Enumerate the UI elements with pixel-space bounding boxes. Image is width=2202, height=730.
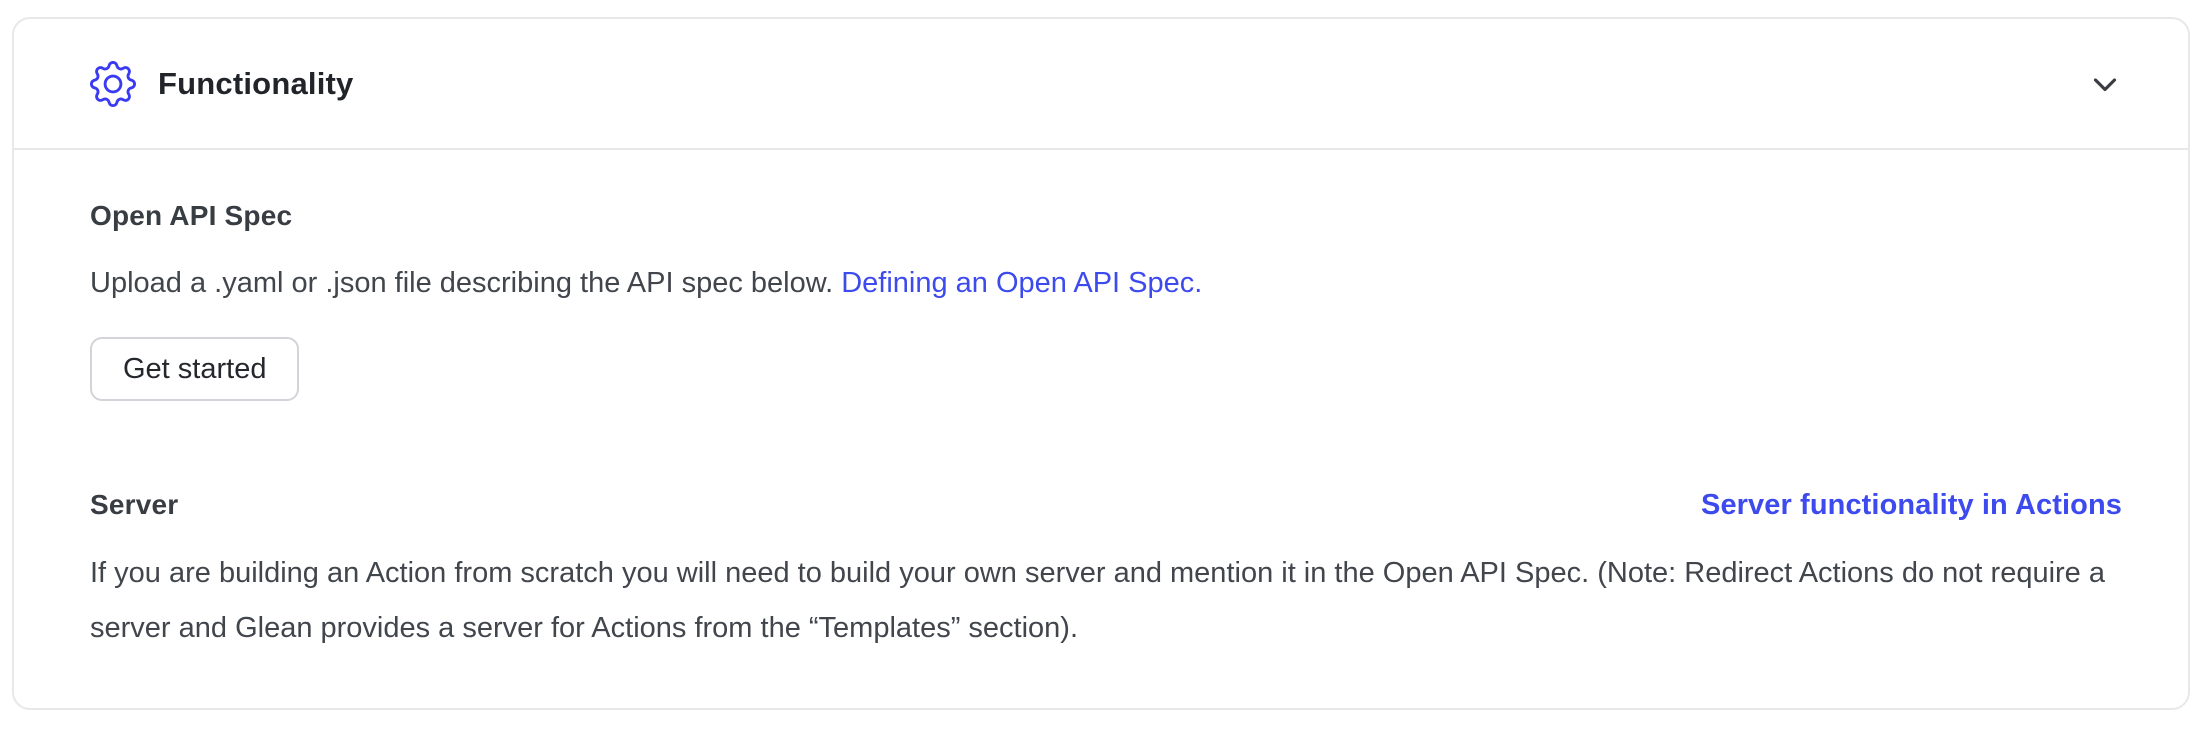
functionality-section-header[interactable]: Functionality [14, 19, 2188, 150]
defining-open-api-spec-link[interactable]: Defining an Open API Spec. [841, 267, 1202, 299]
card-title: Functionality [158, 66, 354, 102]
server-heading: Server [90, 489, 178, 521]
functionality-card: Functionality Open API Spec Upload a .ya… [12, 17, 2190, 710]
server-description: If you are building an Action from scrat… [90, 546, 2122, 656]
open-api-spec-section: Open API Spec Upload a .yaml or .json fi… [90, 200, 2122, 401]
chevron-down-icon[interactable] [2086, 65, 2124, 103]
open-api-spec-description: Upload a .yaml or .json file describing … [90, 256, 2122, 311]
get-started-button[interactable]: Get started [90, 337, 299, 401]
card-body: Open API Spec Upload a .yaml or .json fi… [14, 150, 2188, 656]
server-functionality-link[interactable]: Server functionality in Actions [1701, 489, 2122, 522]
server-section: Server Server functionality in Actions I… [90, 489, 2122, 656]
server-heading-row: Server Server functionality in Actions [90, 489, 2122, 522]
open-api-spec-heading: Open API Spec [90, 200, 2122, 232]
gear-icon [90, 61, 136, 107]
open-api-spec-description-text: Upload a .yaml or .json file describing … [90, 267, 841, 299]
